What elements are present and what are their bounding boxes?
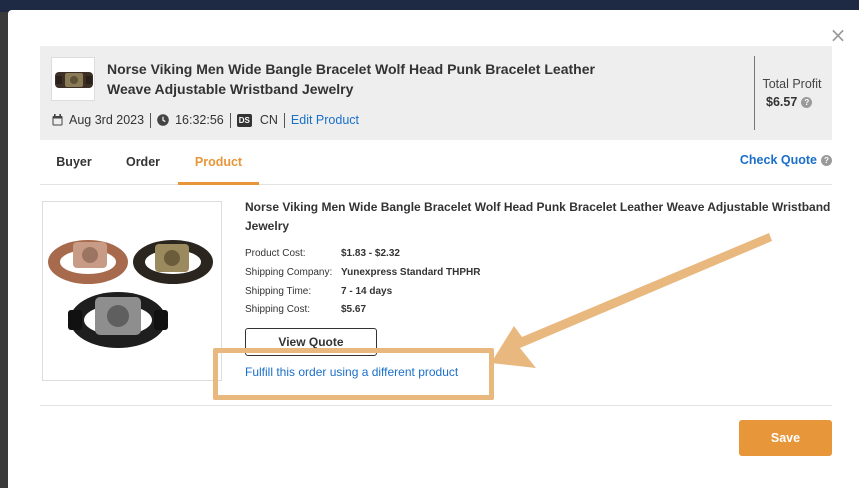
question-circle-icon: ? <box>821 154 832 166</box>
detail-value: $1.83 - $2.32 <box>341 248 400 259</box>
tab-product[interactable]: Product <box>178 146 259 185</box>
detail-label: Product Cost: <box>245 248 306 259</box>
footer-divider <box>40 405 832 406</box>
tab-buyer[interactable]: Buyer <box>40 146 108 185</box>
check-quote-link[interactable]: Check Quote ? <box>740 153 832 167</box>
question-circle-icon[interactable]: ? <box>801 96 813 108</box>
profit-divider <box>754 56 755 130</box>
check-quote-label: Check Quote <box>739 153 817 167</box>
edit-product-link[interactable]: Edit Product <box>291 113 359 127</box>
total-profit-label: Total Profit <box>762 77 822 91</box>
store-badge: DS <box>236 113 252 127</box>
detail-value: 7 - 14 days <box>341 286 393 297</box>
order-date: Aug 3rd 2023 <box>69 113 145 127</box>
total-profit-value: $6.57 ? <box>766 95 813 109</box>
divider <box>229 112 231 128</box>
annotation-highlight-box <box>213 348 494 400</box>
order-country: CN <box>259 113 278 127</box>
save-button[interactable]: Save <box>739 420 832 456</box>
product-title: Norse Viking Men Wide Bangle Bracelet Wo… <box>245 200 831 233</box>
clock-icon <box>157 114 169 126</box>
detail-label: Shipping Cost: <box>245 304 311 315</box>
modal-tabs: Buyer Order Product Check Quote ? <box>40 146 832 185</box>
divider <box>150 112 152 128</box>
detail-value: Yunexpress Standard THPHR <box>341 267 481 278</box>
total-profit-amount: $6.57 <box>766 95 798 109</box>
calendar-icon <box>52 114 63 126</box>
detail-value: $5.67 <box>341 304 367 315</box>
product-thumbnail <box>51 57 95 101</box>
order-header: Norse Viking Men Wide Bangle Bracelet Wo… <box>40 46 832 140</box>
order-time: 16:32:56 <box>175 113 224 127</box>
divider <box>283 112 285 128</box>
tab-order[interactable]: Order <box>108 146 178 185</box>
close-icon[interactable]: × <box>829 25 847 45</box>
detail-label: Shipping Time: <box>245 286 312 297</box>
order-product-title: Norse Viking Men Wide Bangle Bracelet Wo… <box>107 61 595 97</box>
detail-label: Shipping Company: <box>245 267 333 278</box>
order-meta-row: Aug 3rd 2023 16:32:56 DS CN Edit Product <box>52 111 359 129</box>
product-image <box>42 201 222 381</box>
